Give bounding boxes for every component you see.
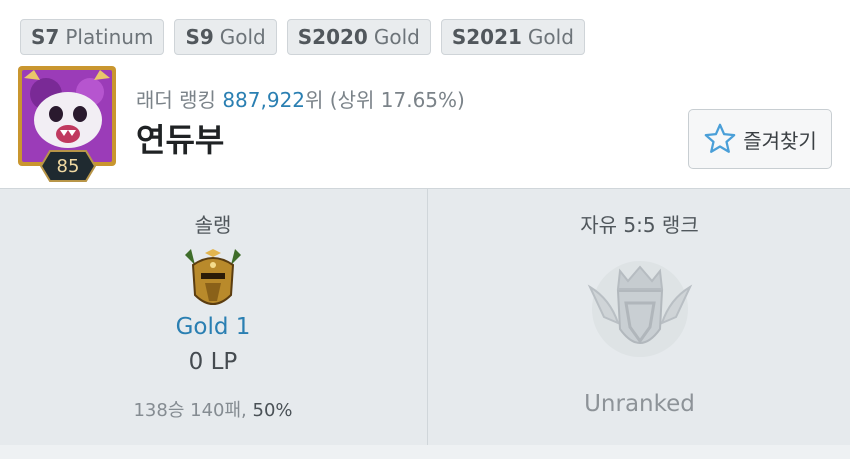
season-label: S2021: [451, 25, 522, 49]
level-value: 85: [56, 155, 80, 177]
bottom-divider: [0, 445, 850, 459]
solo-tier: Gold 1: [175, 314, 251, 340]
solo-rank-box: 솔랭 Gold 1 0 LP 138승 140패, 50%: [0, 189, 426, 445]
summoner-name: 연듀부: [136, 121, 225, 159]
season-badge: S9 Gold: [174, 19, 277, 55]
gold-emblem-icon: [185, 249, 241, 305]
season-tier: Gold: [527, 25, 574, 49]
solo-lp: 0 LP: [188, 349, 238, 375]
solo-record: 138승 140패, 50%: [0, 396, 426, 422]
ladder-prefix: 래더 랭킹: [136, 88, 216, 112]
season-tier: Gold: [373, 25, 420, 49]
unranked-emblem-icon: [587, 261, 693, 357]
season-label: S9: [185, 25, 214, 49]
season-tier: Gold: [219, 25, 266, 49]
flex-rank-title: 자유 5:5 랭크: [580, 213, 699, 237]
win-loss: 138승 140패,: [133, 400, 247, 421]
ladder-ranking: 래더 랭킹 887,922위 (상위 17.65%): [136, 84, 465, 113]
solo-rank-title: 솔랭: [194, 213, 232, 237]
ladder-suffix: 위 (상위 17.65%): [305, 88, 465, 112]
season-badges: S7 Platinum S9 Gold S2020 Gold S2021 Gold: [20, 19, 585, 55]
favorite-label: 즐겨찾기: [743, 128, 817, 153]
season-badge: S7 Platinum: [20, 19, 165, 55]
ladder-rank: 887,922: [222, 88, 306, 112]
level-badge: 85: [40, 150, 96, 182]
season-label: S7: [31, 25, 60, 49]
season-tier: Platinum: [65, 25, 154, 49]
flex-rank-box: 자유 5:5 랭크 Unranked: [427, 189, 850, 445]
season-badge: S2021 Gold: [440, 19, 585, 55]
rank-panel: 솔랭 Gold 1 0 LP 138승 140패, 50% 자유 5:5 랭크 …: [0, 188, 850, 446]
star-icon: [704, 123, 736, 153]
season-label: S2020: [297, 25, 368, 49]
win-rate: 50%: [252, 400, 293, 421]
favorite-button[interactable]: 즐겨찾기: [688, 109, 832, 169]
flex-status: Unranked: [584, 391, 695, 417]
season-badge: S2020 Gold: [286, 19, 431, 55]
